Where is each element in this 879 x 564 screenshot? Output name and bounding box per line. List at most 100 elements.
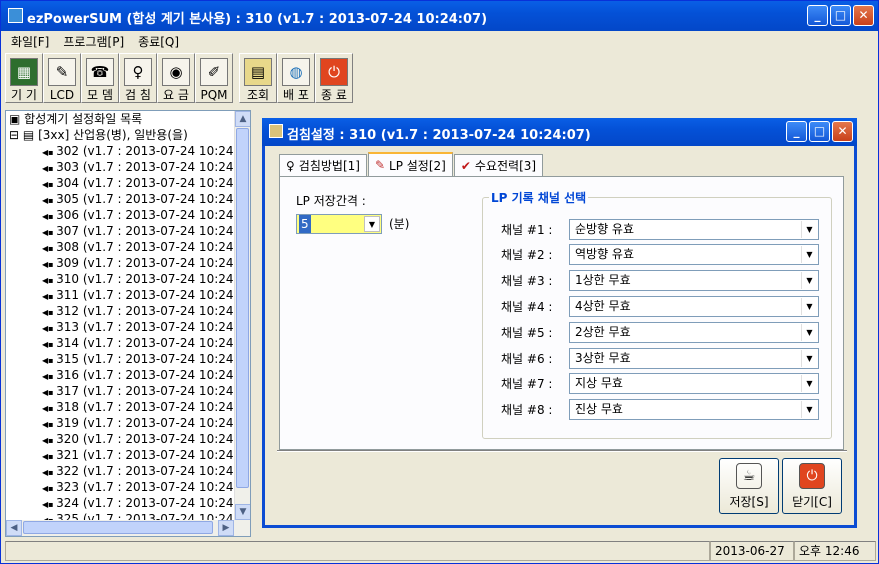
tree-item[interactable]: ◀▪ 323 (v1.7 : 2013-07-24 10:24:1 [42, 479, 245, 495]
tree-item[interactable]: ◀▪ 306 (v1.7 : 2013-07-24 10:24:0 [42, 207, 245, 223]
tree-item[interactable]: ◀▪ 318 (v1.7 : 2013-07-24 10:24:0 [42, 399, 245, 415]
chevron-down-icon[interactable]: ▼ [801, 401, 817, 419]
menu-program[interactable]: 프로그램[P] [63, 33, 124, 50]
window-title: ezPowerSUM (합성 계기 본사용) : 310 (v1.7 : 201… [27, 12, 488, 27]
channel-select[interactable]: 1상한 무효 ▼ [569, 270, 819, 292]
tab-demand-power[interactable]: ✔ 수요전력[3] [453, 154, 544, 176]
channel-select[interactable]: 진상 무효 ▼ [569, 399, 819, 421]
tree-item[interactable]: ◀▪ 305 (v1.7 : 2013-07-24 10:24:0 [42, 191, 245, 207]
chevron-down-icon[interactable]: ▼ [801, 375, 817, 393]
tree-item[interactable]: ◀▪ 320 (v1.7 : 2013-07-24 10:24:1 [42, 431, 245, 447]
channel-value: 3상한 무효 [575, 350, 631, 365]
channel-select[interactable]: 4상한 무효 ▼ [569, 295, 819, 317]
chevron-down-icon[interactable]: ▼ [801, 323, 817, 341]
menu-file[interactable]: 화일[F] [11, 33, 49, 50]
channel-select[interactable]: 지상 무효 ▼ [569, 373, 819, 395]
chevron-down-icon[interactable]: ▼ [801, 246, 817, 264]
channel-row: 채널 #6 : 3상한 무효 ▼ [501, 347, 819, 369]
save-button[interactable]: ☕ 저장[S] [719, 458, 779, 514]
dialog-title-bar[interactable]: 검침설정 : 310 (v1.7 : 2013-07-24 10:24:07) … [262, 118, 857, 146]
meter-file-icon: ◀▪ [42, 196, 57, 205]
globe-icon: ◍ [282, 58, 310, 86]
meter-file-icon: ◀▪ [42, 164, 57, 173]
tree-item[interactable]: ◀▪ 317 (v1.7 : 2013-07-24 10:24:0 [42, 383, 245, 399]
chevron-down-icon[interactable]: ▼ [801, 220, 817, 238]
scroll-right-button[interactable]: ▶ [218, 520, 234, 536]
scroll-thumb[interactable] [236, 128, 249, 488]
chevron-down-icon[interactable]: ▼ [364, 216, 380, 232]
tree-item[interactable]: ◀▪ 313 (v1.7 : 2013-07-24 10:24:0 [42, 319, 245, 335]
toolbar-deploy-button[interactable]: ◍ 배 포 [277, 53, 315, 103]
dialog-maximize-button[interactable]: □ [809, 121, 830, 142]
tree-item[interactable]: ◀▪ 316 (v1.7 : 2013-07-24 10:24:0 [42, 367, 245, 383]
file-tree[interactable]: ▣ 합성계기 설정화일 목록 ⊟ ▤ [3xx] 산업용(병), 일반용(을) … [5, 110, 251, 537]
meter-file-icon: ◀▪ [42, 388, 57, 397]
chevron-down-icon[interactable]: ▼ [801, 349, 817, 367]
scroll-up-button[interactable]: ▲ [235, 111, 250, 127]
channel-row: 채널 #1 : 순방향 유효 ▼ [501, 218, 819, 240]
close-button[interactable]: ✕ [853, 5, 874, 26]
channel-select[interactable]: 역방향 유효 ▼ [569, 244, 819, 266]
channel-value: 지상 무효 [575, 376, 623, 391]
title-bar[interactable]: ezPowerSUM (합성 계기 본사용) : 310 (v1.7 : 201… [1, 1, 878, 31]
tree-item[interactable]: ◀▪ 315 (v1.7 : 2013-07-24 10:24:0 [42, 351, 245, 367]
toolbar-reading-button[interactable]: ♀ 검 침 [119, 53, 157, 103]
tree-item[interactable]: ◀▪ 319 (v1.7 : 2013-07-24 10:24:1 [42, 415, 245, 431]
minimize-button[interactable]: _ [807, 5, 828, 26]
tree-item[interactable]: ◀▪ 304 (v1.7 : 2013-07-24 10:24:0 [42, 175, 245, 191]
channel-label: 채널 #8 : [501, 403, 553, 418]
channel-label: 채널 #1 : [501, 222, 553, 237]
tree-item[interactable]: ◀▪ 324 (v1.7 : 2013-07-24 10:24:1 [42, 495, 245, 511]
tree-item[interactable]: ◀▪ 309 (v1.7 : 2013-07-24 10:24:0 [42, 255, 245, 271]
toolbar-lcd-button[interactable]: ✎ LCD [43, 53, 81, 103]
tree-item[interactable]: ◀▪ 321 (v1.7 : 2013-07-24 10:24:1 [42, 447, 245, 463]
pencil-icon: ✎ [374, 158, 386, 172]
tree-item[interactable]: ◀▪ 322 (v1.7 : 2013-07-24 10:24:1 [42, 463, 245, 479]
tree-horizontal-scrollbar[interactable]: ◀ ▶ [6, 520, 250, 536]
dialog-minimize-button[interactable]: _ [786, 121, 807, 142]
tree-item[interactable]: ◀▪ 307 (v1.7 : 2013-07-24 10:24:0 [42, 223, 245, 239]
toolbar-exit-button[interactable]: ⏻ 종 료 [315, 53, 353, 103]
tree-item[interactable]: ◀▪ 303 (v1.7 : 2013-07-24 10:24:0 [42, 159, 245, 175]
close-dialog-button[interactable]: ⏻ 닫기[C] [782, 458, 842, 514]
chevron-down-icon[interactable]: ▼ [801, 297, 817, 315]
meter-file-icon: ◀▪ [42, 244, 57, 253]
menu-bar: 화일[F] 프로그램[P] 종료[Q] [1, 31, 878, 51]
toolbar-rate-button[interactable]: ◉ 요 금 [157, 53, 195, 103]
channel-select[interactable]: 3상한 무효 ▼ [569, 347, 819, 369]
channel-group: LP 기록 채널 선택 채널 #1 : 순방향 유효 ▼ 채널 #2 : 역방향 유효 ▼… [482, 189, 832, 439]
meter-file-icon: ◀▪ [42, 276, 57, 285]
toolbar-modem-button[interactable]: ☎ 모 뎀 [81, 53, 119, 103]
scroll-left-button[interactable]: ◀ [6, 520, 22, 536]
channel-select[interactable]: 순방향 유효 ▼ [569, 218, 819, 240]
channel-select[interactable]: 2상한 무효 ▼ [569, 321, 819, 343]
tab-reading-method[interactable]: ♀ 검침방법[1] [279, 154, 367, 176]
channel-label: 채널 #3 : [501, 274, 553, 289]
tree-item[interactable]: ◀▪ 302 (v1.7 : 2013-07-24 10:24:0 [42, 143, 245, 159]
collapse-icon[interactable]: ⊟ [9, 128, 19, 142]
lp-interval-select[interactable]: 5 ▼ [296, 214, 382, 234]
channel-label: 채널 #6 : [501, 351, 553, 366]
toolbar-pqm-button[interactable]: ✐ PQM [195, 53, 233, 103]
toolbar-device-button[interactable]: ▦ 기 기 [5, 53, 43, 103]
tree-item[interactable]: ◀▪ 312 (v1.7 : 2013-07-24 10:24:0 [42, 303, 245, 319]
hscroll-thumb[interactable] [23, 521, 213, 534]
menu-exit[interactable]: 종료[Q] [138, 33, 179, 50]
scroll-down-button[interactable]: ▼ [235, 504, 250, 520]
chevron-down-icon[interactable]: ▼ [801, 272, 817, 290]
meter-file-icon: ◀▪ [42, 180, 57, 189]
tree-root[interactable]: ▣ 합성계기 설정화일 목록 [9, 111, 142, 127]
tree-group[interactable]: ⊟ ▤ [3xx] 산업용(병), 일반용(을) [9, 127, 188, 143]
checkmark-icon: ✔ [460, 158, 471, 173]
tree-item[interactable]: ◀▪ 314 (v1.7 : 2013-07-24 10:24:0 [42, 335, 245, 351]
tree-item[interactable]: ◀▪ 311 (v1.7 : 2013-07-24 10:24:0 [42, 287, 245, 303]
tab-lp-settings[interactable]: ✎ LP 설정[2] [367, 152, 453, 176]
meter-file-icon: ◀▪ [42, 484, 57, 493]
tree-item[interactable]: ◀▪ 310 (v1.7 : 2013-07-24 10:24:0 [42, 271, 245, 287]
tree-vertical-scrollbar[interactable]: ▲ ▼ [234, 111, 250, 520]
tree-item[interactable]: ◀▪ 308 (v1.7 : 2013-07-24 10:24:0 [42, 239, 245, 255]
dialog-close-button[interactable]: ✕ [832, 121, 853, 142]
toolbar-query-button[interactable]: ▤ 조회 [239, 53, 277, 103]
channel-row: 채널 #2 : 역방향 유효 ▼ [501, 244, 819, 266]
maximize-button[interactable]: □ [830, 5, 851, 26]
